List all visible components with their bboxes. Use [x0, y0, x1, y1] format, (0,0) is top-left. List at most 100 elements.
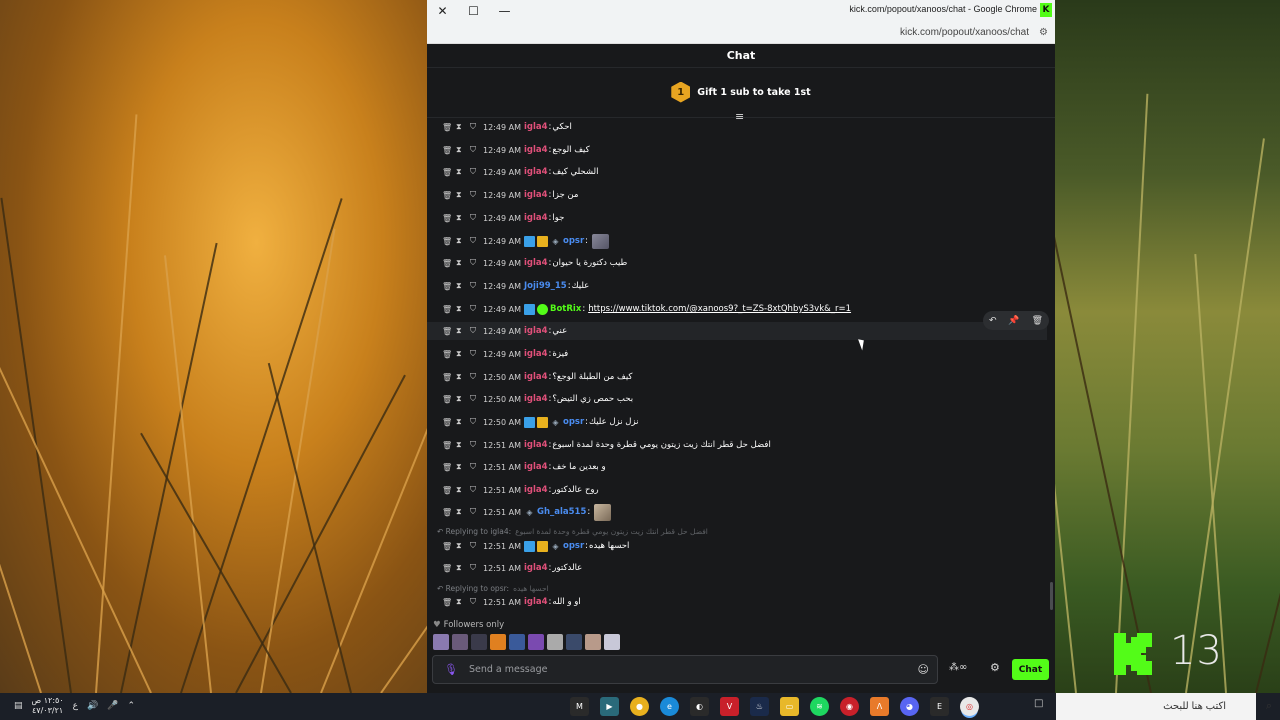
message-username[interactable]: igla4 [524, 190, 548, 200]
delete-message-icon[interactable]: 🗑 [442, 463, 456, 472]
volume-icon[interactable]: 🔊 [87, 701, 98, 711]
channel-points-icon[interactable]: ⁂∞ [949, 662, 967, 673]
timeout-icon[interactable]: ⧗ [456, 213, 470, 223]
ban-icon[interactable]: ⛉ [470, 563, 483, 573]
timeout-icon[interactable]: ⧗ [456, 417, 470, 427]
message-username[interactable]: igla4 [524, 326, 548, 336]
delete-message-icon[interactable]: 🗑 [442, 305, 456, 314]
reply-context[interactable]: ↶ Replying to opsr: احسها هيده [437, 584, 549, 596]
delete-message-icon[interactable]: 🗑 [442, 282, 456, 291]
timeout-icon[interactable]: ⧗ [456, 167, 470, 177]
delete-message-icon[interactable]: 🗑 [442, 123, 456, 132]
app-icon[interactable]: ● [630, 697, 649, 716]
message-username[interactable]: igla4 [524, 122, 548, 132]
ban-icon[interactable]: ⛉ [470, 372, 483, 382]
delete-message-icon[interactable]: 🗑 [442, 418, 456, 427]
delete-message-icon[interactable]: 🗑 [442, 146, 456, 155]
ban-icon[interactable]: ⛉ [470, 122, 483, 132]
close-window-button[interactable]: ✕ [427, 0, 458, 22]
chat-message[interactable]: 🗑 ⧗ ⛉ 12:49 AM igla4: عني [427, 322, 1047, 340]
ban-icon[interactable]: ⛉ [470, 281, 483, 291]
ban-icon[interactable]: ⛉ [470, 304, 483, 314]
emote[interactable] [547, 634, 563, 650]
chat-message[interactable]: 🗑 ⧗ ⛉ 12:49 AM igla4: من جزا [427, 186, 1047, 204]
chat-message[interactable]: 🗑 ⧗ ⛉ 12:49 AM igla4: طيب دكتورة يا حيوان [427, 254, 1047, 272]
ban-icon[interactable]: ⛉ [470, 326, 483, 336]
emote[interactable] [528, 634, 544, 650]
chat-message[interactable]: 🗑 ⧗ ⛉ 12:51 AM igla4: افضل حل قطر انتك زيت زي… [427, 436, 1047, 454]
message-username[interactable]: igla4 [524, 145, 548, 155]
chat-message[interactable]: 🗑 ⧗ ⛉ 12:50 AM igla4: كيف من الطبلة الوجع؟ [427, 368, 1047, 386]
timeout-icon[interactable]: ⧗ [456, 349, 470, 359]
message-username[interactable]: igla4 [524, 563, 548, 573]
message-list[interactable]: 🗑 ⧗ ⛉ 12:49 AM igla4: احكي 🗑 ⧗ ⛉ 12:49 AM igla4: كي… [427, 118, 1047, 613]
message-username[interactable]: igla4 [524, 394, 548, 404]
app-icon[interactable]: M [570, 697, 589, 716]
language-indicator[interactable]: ع [73, 701, 78, 711]
timeout-icon[interactable]: ⧗ [456, 485, 470, 495]
chat-message[interactable]: 🗑 ⧗ ⛉ 12:51 AM ◈ Gh_ala515: [427, 503, 1047, 521]
delete-message-icon[interactable]: 🗑 [442, 542, 456, 551]
reply-icon[interactable]: ↶ [989, 316, 997, 326]
delete-message-icon[interactable]: 🗑 [442, 441, 456, 450]
app-icon[interactable]: V [720, 697, 739, 716]
emote[interactable] [433, 634, 449, 650]
message-username[interactable]: igla4 [524, 372, 548, 382]
chat-message[interactable]: 🗑 ⧗ ⛉ 12:49 AM igla4: فيزة [427, 345, 1047, 363]
emote[interactable] [604, 634, 620, 650]
microphone-tray-icon[interactable]: 🎤 [107, 701, 118, 711]
timeout-icon[interactable]: ⧗ [456, 541, 470, 551]
message-username[interactable]: opsr [563, 417, 584, 427]
timeout-icon[interactable]: ⧗ [456, 507, 470, 517]
chat-scrollbar[interactable] [1050, 582, 1053, 610]
emote[interactable] [566, 634, 582, 650]
app-icon[interactable]: ▶ [600, 697, 619, 716]
ban-icon[interactable]: ⛉ [470, 258, 483, 268]
ban-icon[interactable]: ⛉ [470, 462, 483, 472]
timeout-icon[interactable]: ⧗ [456, 190, 470, 200]
chat-message[interactable]: 🗑 ⧗ ⛉ 12:51 AM ◈ opsr: احسها هيده [427, 537, 1047, 555]
timeout-icon[interactable]: ⧗ [456, 372, 470, 382]
app-icon[interactable]: ◉ [840, 697, 859, 716]
message-username[interactable]: igla4 [524, 213, 548, 223]
emote[interactable] [471, 634, 487, 650]
address-bar[interactable]: kick.com/popout/xanoos/chat ⚙ [427, 22, 1055, 44]
notifications-icon[interactable]: ▤ [14, 701, 23, 711]
chrome-icon[interactable]: ◎ [960, 697, 979, 716]
chat-message[interactable]: 🗑 ⧗ ⛉ 12:49 AM BotRix: https://www.tiktok.com… [427, 300, 1047, 318]
delete-message-icon[interactable]: 🗑 [442, 327, 456, 336]
reply-context[interactable]: ↶ Replying to igla4: افضل حل قطر انتك زيت… [437, 527, 708, 539]
delete-message-icon[interactable]: 🗑 [442, 350, 456, 359]
timeout-icon[interactable]: ⧗ [456, 394, 470, 404]
chevron-up-icon[interactable]: ⌃ [127, 701, 135, 711]
chat-message[interactable]: 🗑 ⧗ ⛉ 12:51 AM igla4: روح عالدكتور [427, 481, 1047, 499]
chat-message[interactable]: 🗑 ⧗ ⛉ 12:50 AM ◈ opsr: نزل نزل عليك [427, 413, 1047, 431]
gear-icon[interactable]: ⚙ [990, 661, 1000, 674]
delete-message-icon[interactable]: 🗑 [442, 259, 456, 268]
message-username[interactable]: BotRix [550, 304, 581, 314]
emote[interactable] [509, 634, 525, 650]
message-username[interactable]: igla4 [524, 462, 548, 472]
maximize-window-button[interactable]: ☐ [458, 0, 489, 22]
emote[interactable] [594, 503, 612, 521]
minimize-window-button[interactable]: — [489, 0, 520, 22]
spotify-icon[interactable]: ≋ [810, 697, 829, 716]
emote[interactable] [585, 634, 601, 650]
ban-icon[interactable]: ⛉ [470, 541, 483, 551]
timeout-icon[interactable]: ⧗ [456, 597, 470, 607]
delete-message-icon[interactable]: 🗑 [442, 598, 456, 607]
delete-message-icon[interactable]: 🗑 [442, 486, 456, 495]
delete-message-icon[interactable]: 🗑 [442, 237, 456, 246]
message-input[interactable]: Send a message [469, 664, 918, 675]
pin-icon[interactable]: 📌 [1008, 316, 1019, 326]
ban-icon[interactable]: ⛉ [470, 597, 483, 607]
message-username[interactable]: igla4 [524, 167, 548, 177]
message-username[interactable]: opsr [563, 236, 584, 246]
emote[interactable] [490, 634, 506, 650]
timeout-icon[interactable]: ⧗ [456, 304, 470, 314]
message-input-box[interactable]: 🎙 Send a message ☺ [432, 655, 938, 684]
message-username[interactable]: igla4 [524, 440, 548, 450]
delete-message-icon[interactable]: 🗑 [442, 373, 456, 382]
delete-message-icon[interactable]: 🗑 [442, 168, 456, 177]
chat-message[interactable]: 🗑 ⧗ ⛉ 12:49 AM ◈ opsr: [427, 232, 1047, 250]
